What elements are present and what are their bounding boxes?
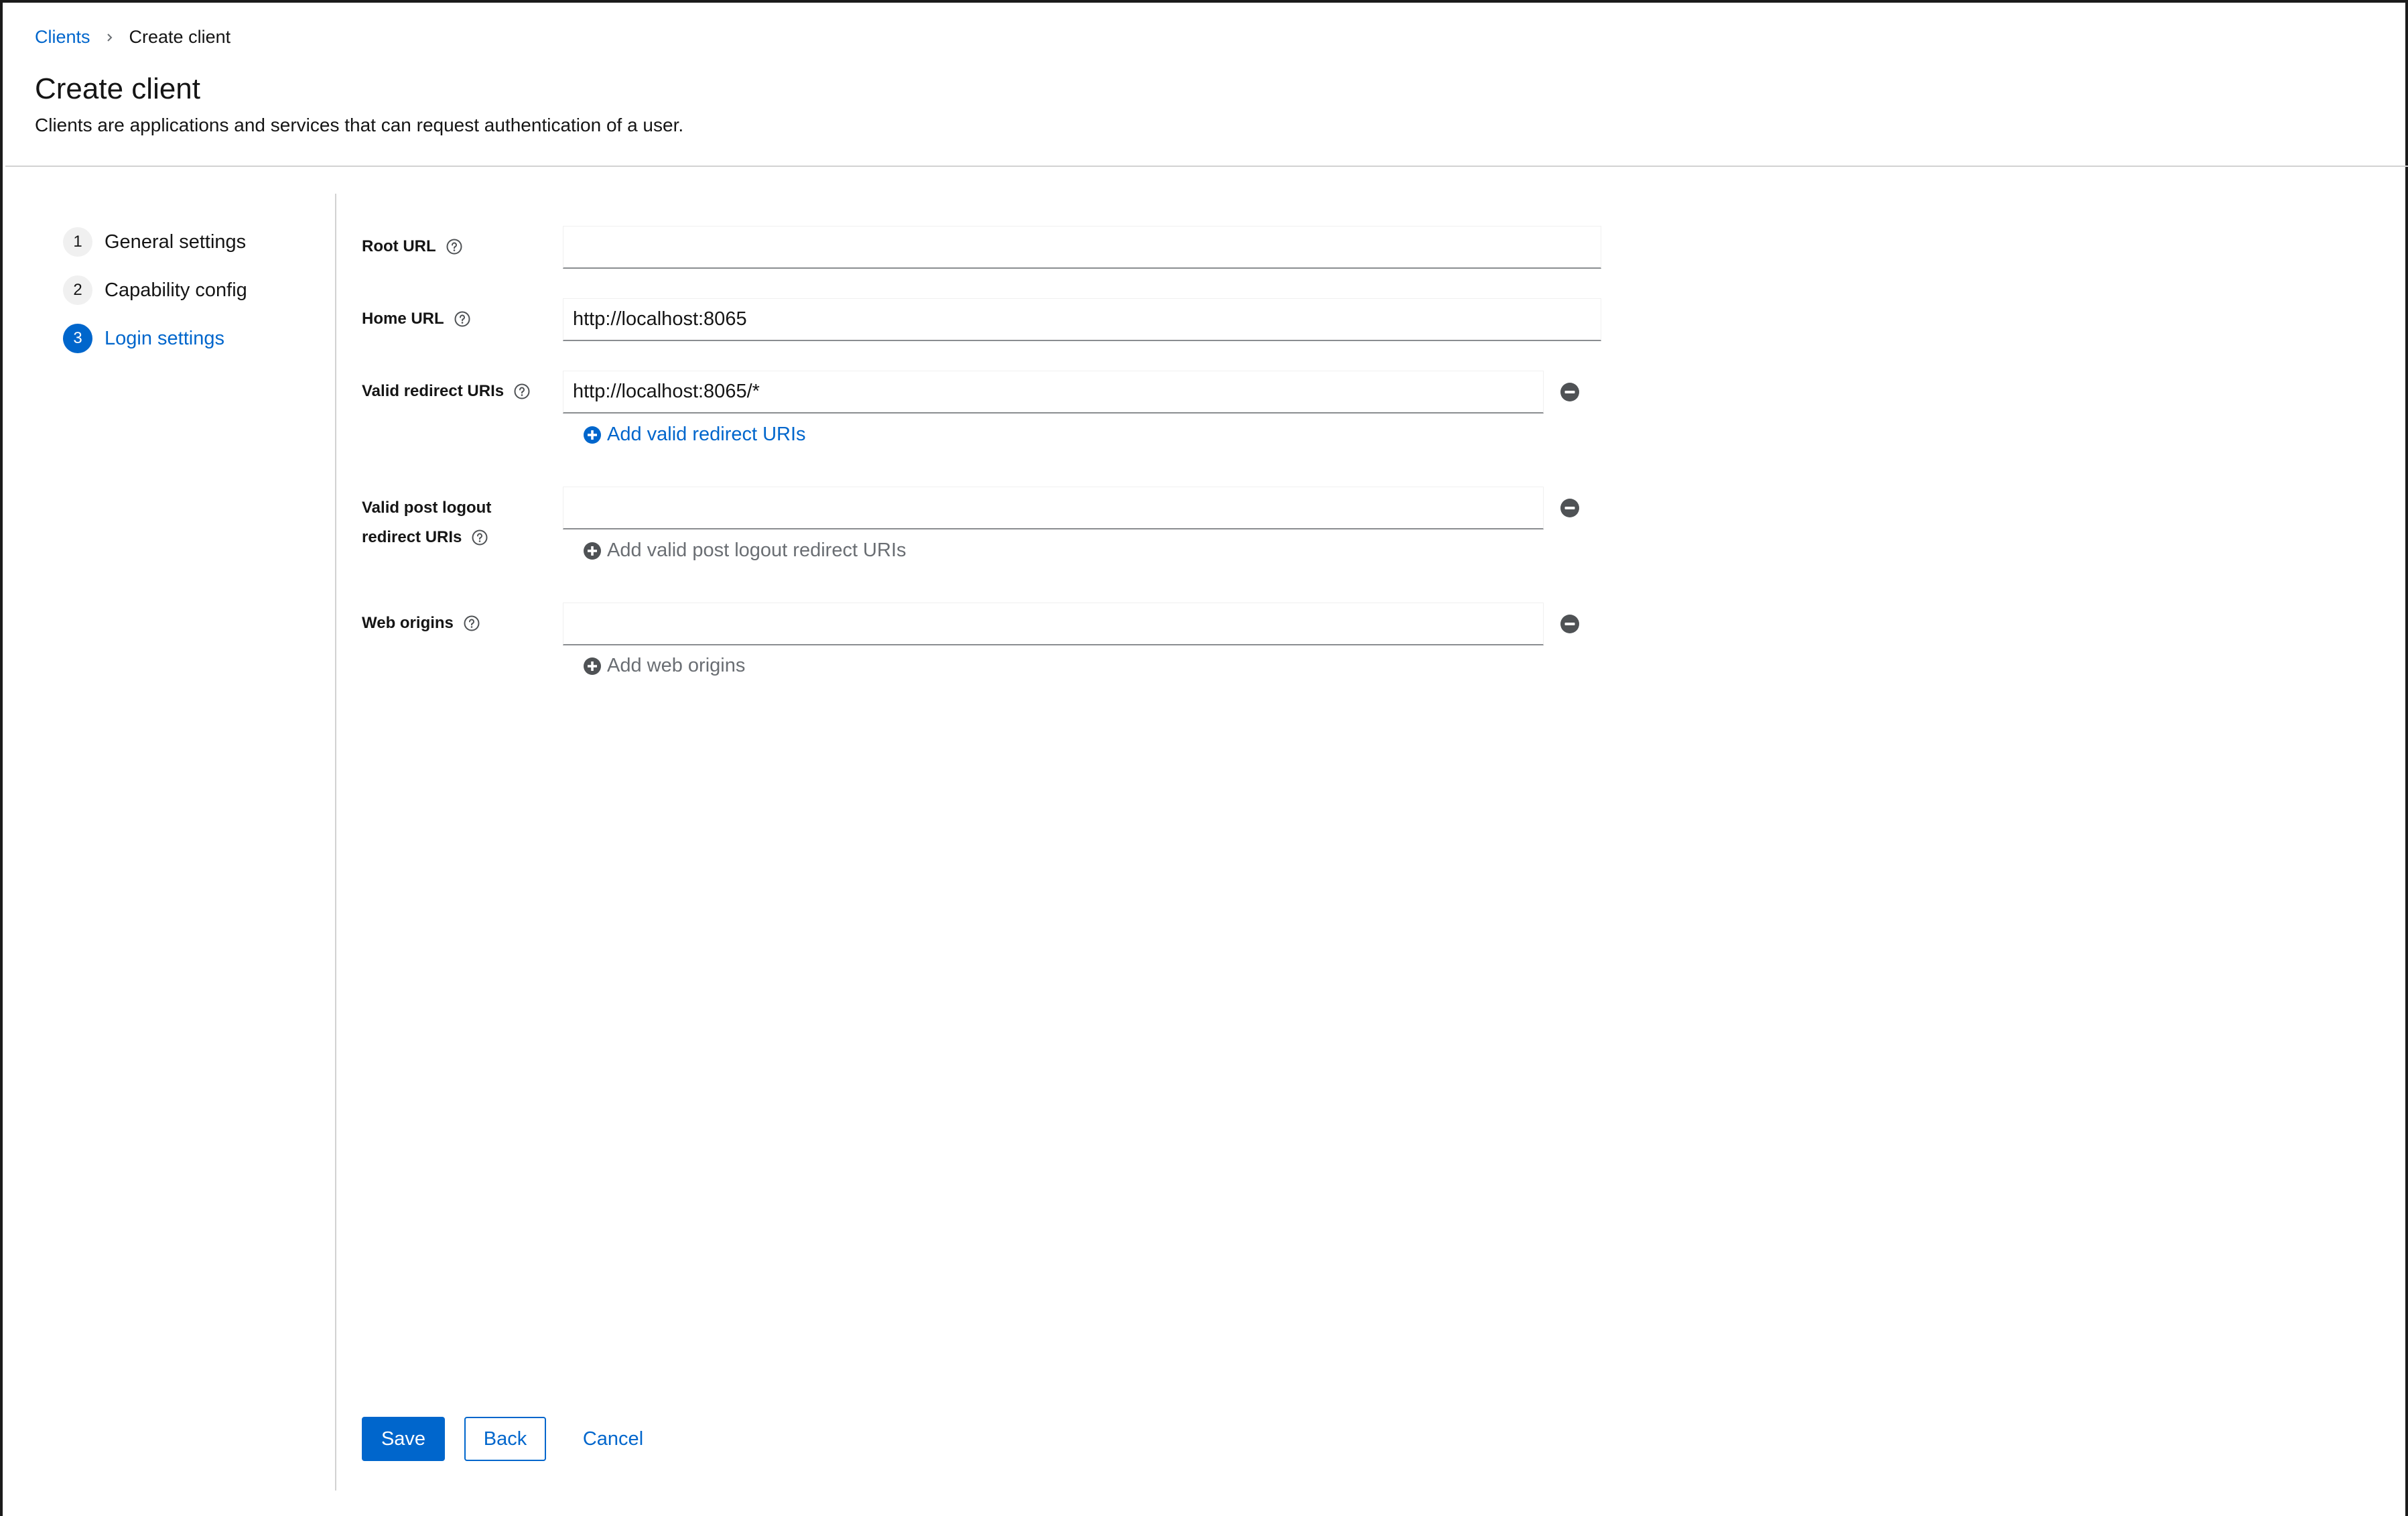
plus-circle-icon [584,426,601,444]
valid-post-logout-label-line2: redirect URIs [362,528,462,546]
plus-circle-icon [584,542,601,560]
help-circle-icon[interactable] [454,310,471,328]
step-number: 1 [63,227,92,257]
home-url-input[interactable] [563,298,1601,341]
valid-redirect-uris-label-text: Valid redirect URIs [362,382,505,400]
valid-post-logout-label-line2-wrap: redirect URIs [362,523,488,552]
step-number: 3 [63,324,92,353]
valid-post-logout-uri-input[interactable] [563,487,1544,529]
breadcrumb-clients-link[interactable]: Clients [35,27,90,48]
valid-post-logout-label-line1: Valid post logout [362,499,492,517]
web-origins-label-text: Web origins [362,614,454,632]
help-circle-icon[interactable] [446,238,463,255]
page-description: Clients are applications and services th… [35,115,684,135]
step-label: Login settings [105,327,224,349]
web-origins-label: Web origins [362,609,480,638]
web-origin-input[interactable] [563,603,1544,645]
help-circle-icon[interactable] [471,529,488,546]
add-web-origin-button[interactable]: Add web origins [583,655,745,677]
breadcrumb-current: Create client [129,27,231,47]
add-valid-redirect-uri-label: Add valid redirect URIs [607,424,806,445]
wizard-step-general-settings[interactable]: 1 General settings [63,227,246,257]
breadcrumb: Clients Create client [35,27,230,48]
minus-circle-icon[interactable] [1559,613,1581,635]
valid-redirect-uris-label: Valid redirect URIs [362,377,531,406]
app-frame: Clients Create client Create client Clie… [0,0,2408,1516]
back-button[interactable]: Back [464,1417,546,1461]
save-button[interactable]: Save [362,1417,445,1461]
minus-circle-icon[interactable] [1559,381,1581,403]
step-label: Capability config [105,279,247,301]
page-title: Create client [35,72,201,105]
home-url-label-text: Home URL [362,310,444,328]
step-label: General settings [105,231,247,253]
minus-circle-icon[interactable] [1559,497,1581,519]
add-web-origin-label: Add web origins [607,655,746,676]
root-url-label: Root URL [362,232,463,261]
wizard-nav: 1 General settings 2 Capability config 3… [5,194,336,1491]
cancel-button[interactable]: Cancel [570,1417,657,1461]
add-valid-post-logout-uri-button[interactable]: Add valid post logout redirect URIs [583,540,907,562]
valid-redirect-uri-input[interactable] [563,371,1544,414]
add-valid-redirect-uri-button[interactable]: Add valid redirect URIs [583,424,806,446]
plus-circle-icon [584,657,601,675]
valid-post-logout-label: Valid post logout redirect URIs [362,493,491,552]
root-url-input[interactable] [563,226,1601,269]
help-circle-icon[interactable] [513,383,531,400]
add-valid-post-logout-uri-label: Add valid post logout redirect URIs [607,540,907,561]
page-header: Clients Create client Create client Clie… [5,5,2408,167]
home-url-label: Home URL [362,304,471,334]
wizard-step-capability-config[interactable]: 2 Capability config [63,275,247,305]
wizard-step-login-settings[interactable]: 3 Login settings [63,324,224,353]
angle-right-icon [107,33,112,42]
step-number: 2 [63,275,92,305]
root-url-label-text: Root URL [362,237,436,255]
help-circle-icon[interactable] [463,615,480,632]
